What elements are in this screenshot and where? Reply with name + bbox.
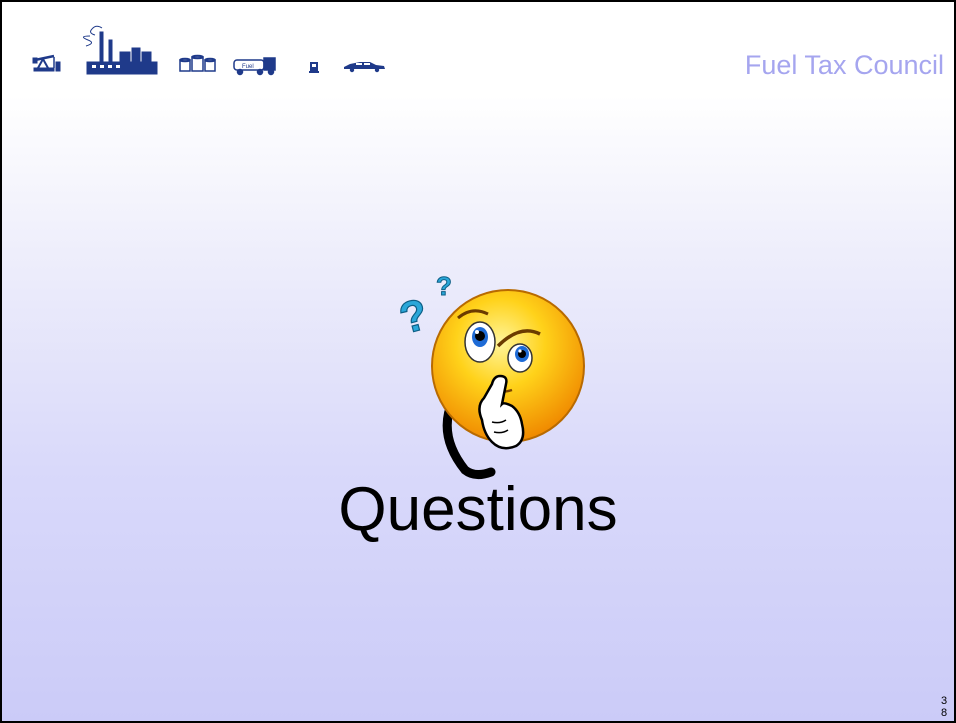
storage-tanks-icon: [179, 54, 216, 72]
fuel-truck-icon: Fuel: [233, 57, 276, 76]
slide-title: Questions: [338, 475, 618, 544]
svg-text:?: ?: [398, 290, 433, 344]
oil-pump-icon: [32, 54, 61, 72]
car-icon: [344, 62, 385, 73]
fuel-chain-logo-strip: Fuel: [32, 25, 385, 76]
organization-name: Fuel Tax Council: [744, 50, 944, 80]
svg-text:?: ?: [436, 271, 452, 301]
fuel-pump-icon: [309, 62, 319, 73]
slide: Fuel Fuel Tax Council ? ? Questions 38: [0, 0, 956, 723]
page-number: 38: [940, 695, 948, 719]
refinery-icon: [83, 25, 158, 75]
fuel-truck-label: Fuel: [242, 64, 254, 70]
thinking-smiley-icon: ? ?: [398, 271, 585, 480]
